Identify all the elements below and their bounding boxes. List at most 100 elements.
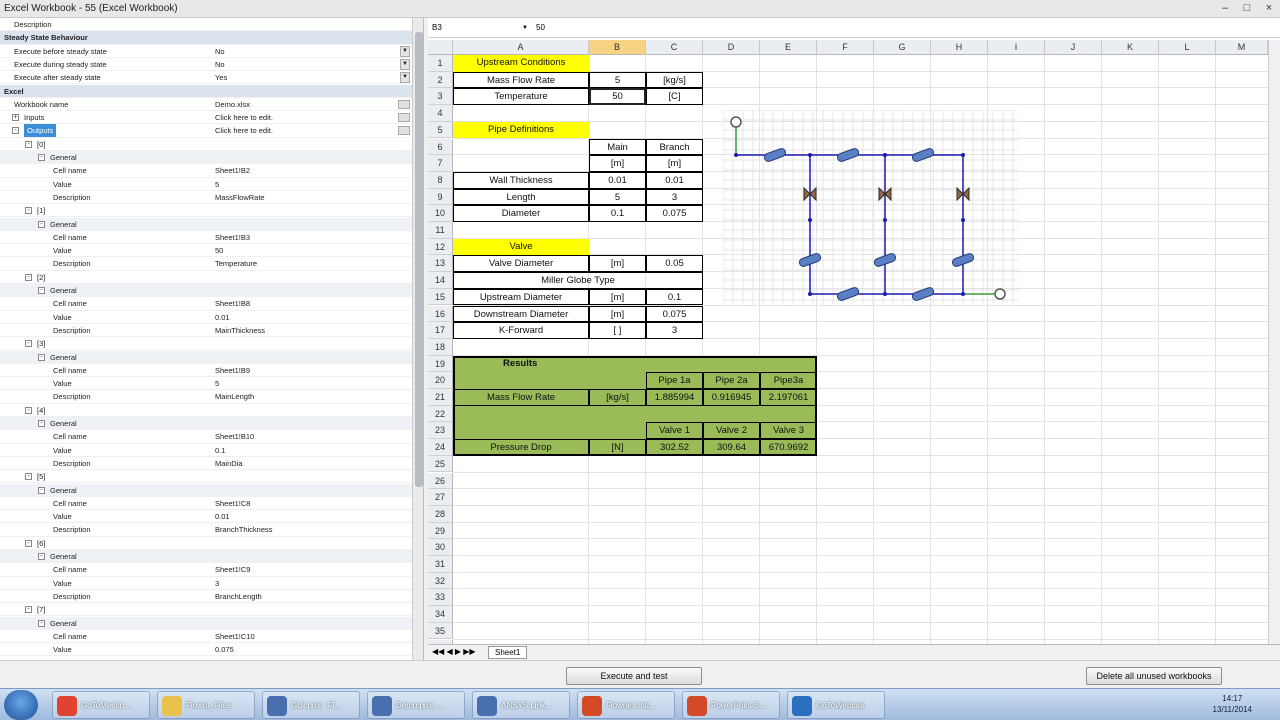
taskbar-item[interactable]: PowerPoint S... [682, 691, 780, 719]
property-row[interactable]: Description MainDia [0, 457, 412, 471]
row-header[interactable]: 1 [428, 55, 453, 72]
property-row[interactable]: - [6] [0, 537, 412, 550]
cell[interactable]: 0.075 [646, 305, 703, 323]
property-value[interactable]: Yes [215, 71, 227, 84]
system-clock[interactable]: 14:17 13/11/2014 [1213, 693, 1252, 715]
cell[interactable]: Results [453, 356, 589, 373]
property-row[interactable]: Execute before steady state No ▼ [0, 45, 412, 58]
cell[interactable]: Downstream Diameter [453, 305, 589, 323]
taskbar-item[interactable]: Flownex Intr... [577, 691, 675, 719]
collapse-icon[interactable]: - [38, 486, 45, 494]
row-header[interactable]: 14 [428, 272, 453, 289]
column-header[interactable]: M [1216, 40, 1268, 55]
row-header[interactable]: 28 [428, 505, 453, 523]
row-header[interactable]: 35 [428, 622, 453, 640]
property-row[interactable]: Description MassFlowRate [0, 191, 412, 205]
property-row[interactable]: - [4] [0, 404, 412, 417]
property-row[interactable]: Description MainThickness [0, 324, 412, 338]
property-row[interactable]: Description MainLength [0, 390, 412, 404]
column-header[interactable]: B [589, 40, 646, 55]
property-row[interactable]: Value 0.01 [0, 311, 412, 324]
property-row[interactable]: Value 3 [0, 577, 412, 590]
row-header[interactable]: 21 [428, 389, 453, 406]
property-row[interactable]: - [2] [0, 271, 412, 284]
collapse-icon[interactable]: - [25, 140, 32, 148]
row-header[interactable]: 26 [428, 472, 453, 490]
property-row[interactable]: Description [0, 18, 412, 32]
taskbar-item[interactable]: Flownt_Files [157, 691, 255, 719]
cell[interactable]: 3 [646, 188, 703, 206]
property-value[interactable]: Sheet1!C8 [215, 497, 250, 510]
sheet-nav-icon[interactable]: ◀◀ ◀ ▶ ▶▶ [432, 645, 476, 659]
row-header[interactable]: 6 [428, 138, 453, 156]
row-header[interactable]: 7 [428, 155, 453, 172]
cell[interactable]: Valve Diameter [453, 255, 589, 273]
delete-unused-workbooks-button[interactable]: Delete all unused workbooks [1086, 667, 1222, 685]
cell[interactable]: 0.05 [646, 255, 703, 273]
row-header[interactable]: 20 [428, 372, 453, 389]
property-row[interactable]: - [0] [0, 138, 412, 151]
cell[interactable]: [m] [589, 155, 646, 172]
row-header[interactable]: 30 [428, 539, 453, 556]
row-header[interactable]: 8 [428, 171, 453, 189]
property-row[interactable]: Execute after steady state Yes ▼ [0, 71, 412, 85]
property-row[interactable]: Cell name Sheet1!C10 [0, 630, 412, 644]
property-value[interactable]: 5 [215, 178, 219, 191]
row-header[interactable]: 34 [428, 606, 453, 623]
collapse-icon[interactable]: - [25, 473, 32, 481]
column-header[interactable]: K [1102, 40, 1159, 55]
property-row[interactable]: Value 0.075 [0, 643, 412, 657]
property-row[interactable]: Value 5 [0, 377, 412, 391]
collapse-icon[interactable]: - [38, 154, 45, 161]
property-row[interactable]: - General [0, 616, 412, 630]
cell[interactable]: [m] [589, 305, 646, 323]
collapse-icon[interactable]: - [38, 420, 45, 427]
cell[interactable]: [ ] [589, 322, 646, 339]
cell[interactable]: Pipe Definitions [453, 121, 589, 139]
column-header[interactable]: C [646, 40, 703, 55]
cell[interactable]: [kg/s] [589, 389, 646, 406]
property-value[interactable]: Sheet1!C10 [215, 630, 255, 643]
row-header[interactable]: 3 [428, 88, 453, 106]
row-header[interactable]: 22 [428, 405, 453, 423]
vertical-scrollbar[interactable] [1268, 40, 1280, 644]
name-box[interactable]: B3 [432, 18, 522, 38]
row-header[interactable]: 32 [428, 572, 453, 590]
cell[interactable]: Valve 3 [760, 422, 817, 440]
cell[interactable]: 0.01 [646, 171, 703, 189]
property-row[interactable]: Description Temperature [0, 257, 412, 271]
property-row[interactable]: - [7] [0, 603, 412, 617]
property-value[interactable]: MainDia [215, 457, 243, 470]
chevron-down-icon[interactable]: ▼ [522, 18, 528, 38]
cell[interactable]: 5 [589, 71, 646, 89]
formula-input[interactable]: 50 [536, 18, 545, 38]
column-header[interactable]: F [817, 40, 874, 55]
property-value[interactable]: BranchLength [215, 590, 262, 603]
row-header[interactable]: 10 [428, 205, 453, 222]
property-value[interactable]: MainLength [215, 390, 254, 403]
cell[interactable]: 1.885994 [646, 389, 703, 406]
taskbar-item[interactable]: GoToMeetin... [52, 691, 150, 719]
property-row[interactable]: Cell name Sheet1!B8 [0, 297, 412, 311]
row-header[interactable]: 25 [428, 455, 453, 473]
row-header[interactable]: 24 [428, 439, 453, 456]
property-row[interactable]: Workbook name Demo.xlsx [0, 98, 412, 112]
cell[interactable]: Branch [646, 138, 703, 156]
property-value[interactable]: 0.01 [215, 510, 230, 523]
cell[interactable]: Upstream Conditions [453, 55, 589, 72]
expand-icon[interactable]: + [12, 114, 19, 122]
cell[interactable]: Main [589, 138, 646, 156]
property-row[interactable]: + Inputs Click here to edit. [0, 111, 412, 125]
collapse-icon[interactable]: - [25, 207, 32, 215]
close-icon[interactable]: × [1258, 0, 1280, 18]
select-all-corner[interactable] [428, 40, 453, 55]
row-header[interactable]: 16 [428, 305, 453, 323]
collapse-icon[interactable]: - [38, 619, 45, 627]
property-row[interactable]: - General [0, 350, 412, 364]
row-header[interactable]: 27 [428, 489, 453, 506]
taskbar-item[interactable]: GoToWebinar [787, 691, 885, 719]
property-row[interactable]: Execute during steady state No ▼ [0, 58, 412, 72]
property-value[interactable]: Sheet1!B8 [215, 297, 250, 310]
cell[interactable]: Pipe 1a [646, 372, 703, 389]
property-row[interactable]: - General [0, 151, 412, 165]
